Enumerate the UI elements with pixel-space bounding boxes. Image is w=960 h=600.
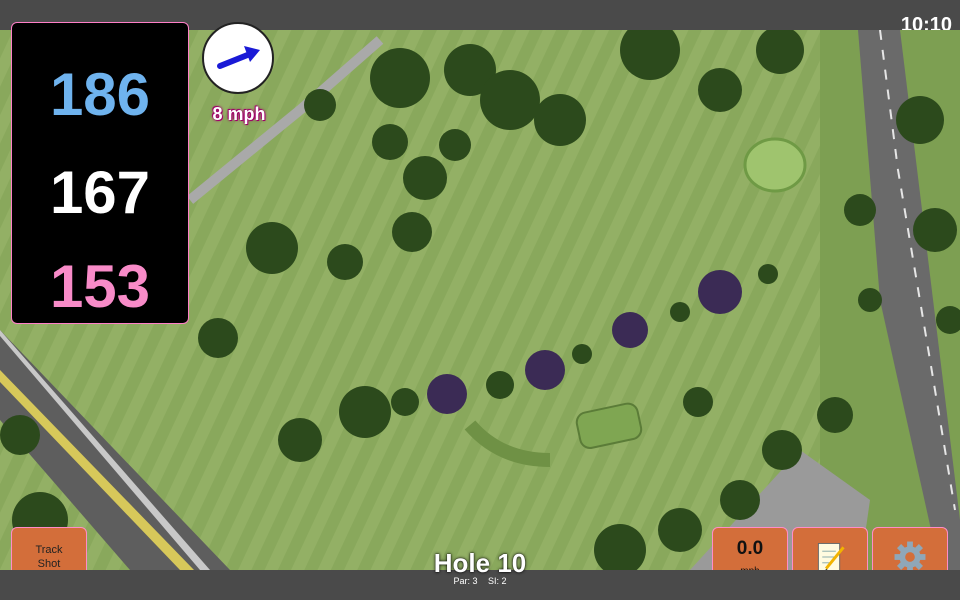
speed-value: 0.0 xyxy=(736,538,764,559)
hole-stroke-index: SI: 2 xyxy=(488,576,507,586)
wind-arrow-icon xyxy=(217,46,260,69)
wind-indicator xyxy=(202,22,274,94)
hole-details: Par: 3 SI: 2 xyxy=(400,576,560,586)
wind-speed: 8 mph xyxy=(212,104,266,124)
hole-title: Hole 10 xyxy=(433,548,527,578)
hole-info[interactable]: Hole 10 Par: 3 SI: 2 xyxy=(400,548,560,586)
back-distance: 186 xyxy=(49,61,151,128)
front-distance: 153 xyxy=(49,253,151,320)
hole-par: Par: 3 xyxy=(453,576,478,586)
distance-panel[interactable]: 186 167 153 xyxy=(11,22,189,324)
track-shot-label: Track Shot xyxy=(35,544,63,570)
center-distance: 167 xyxy=(49,159,151,226)
